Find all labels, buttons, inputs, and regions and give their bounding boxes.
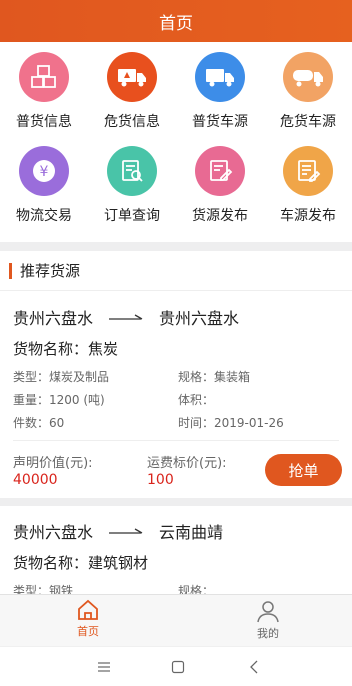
freight-price-label: 运费标价(元):	[147, 456, 227, 471]
route-to: 云南曲靖	[159, 523, 224, 542]
user-icon	[257, 601, 279, 623]
cargo-boxes-icon	[19, 52, 69, 102]
cargo-type: 类型：钢铁	[13, 584, 74, 594]
menu-item-publish-cargo[interactable]: 货源发布	[176, 146, 264, 230]
square-home-icon[interactable]	[168, 657, 188, 677]
menu-item-publish-vehicle[interactable]: 车源发布	[264, 146, 352, 230]
section-accent-bar	[9, 262, 12, 279]
section-header: 推荐货源	[0, 251, 352, 291]
route-arrow-icon	[109, 314, 143, 320]
system-nav-bar	[0, 646, 352, 686]
menu-label: 危货信息	[104, 114, 160, 130]
menu-item-general-cargo[interactable]: 普货信息	[0, 52, 88, 136]
tab-label: 我的	[257, 627, 279, 640]
bottom-tab-bar: 首页 我的	[0, 594, 352, 646]
goods-name: 货物名称：焦炭	[13, 340, 119, 358]
goods-name: 货物名称：建筑钢材	[13, 554, 149, 572]
publish-vehicle-icon	[283, 146, 333, 196]
cargo-weight: 重量：1200 (吨)	[13, 393, 105, 407]
cargo-spec: 规格：集装箱	[178, 370, 251, 384]
menu-label: 物流交易	[16, 208, 72, 224]
menu-label: 订单查询	[104, 208, 160, 224]
route-arrow-icon	[109, 528, 143, 534]
route-to: 贵州六盘水	[159, 309, 240, 328]
route: 贵州六盘水 云南曲靖	[13, 518, 223, 544]
menu-item-hazard-cargo[interactable]: 危货信息	[88, 52, 176, 136]
cargo-card[interactable]: 贵州六盘水 云南曲靖 货物名称：建筑钢材 类型：钢铁 规格：	[0, 518, 352, 594]
declared-value: 40000	[13, 472, 58, 488]
route: 贵州六盘水 贵州六盘水	[13, 304, 239, 330]
cargo-spec: 规格：	[178, 584, 215, 594]
truck-icon	[195, 52, 245, 102]
grab-order-button[interactable]: 抢单	[265, 454, 342, 486]
menu-item-logistics-trade[interactable]: ¥ 物流交易	[0, 146, 88, 230]
tanker-truck-icon	[283, 52, 333, 102]
cargo-type: 类型：煤炭及制品	[13, 370, 110, 384]
cargo-volume: 体积：	[178, 393, 215, 407]
publish-cargo-icon	[195, 146, 245, 196]
menu-item-order-query[interactable]: 订单查询	[88, 146, 176, 230]
section-title: 推荐货源	[20, 262, 81, 280]
tab-home[interactable]: 首页	[48, 599, 128, 639]
page-title: 首页	[159, 13, 193, 34]
declared-value-label: 声明价值(元):	[13, 456, 93, 471]
card-gap	[0, 498, 352, 506]
tab-label: 首页	[77, 625, 99, 638]
yen-icon: ¥	[19, 146, 69, 196]
card-divider	[13, 440, 339, 441]
back-chevron-icon[interactable]	[244, 657, 264, 677]
menu-label: 普货信息	[16, 114, 72, 130]
menu-label: 车源发布	[280, 208, 336, 224]
home-icon	[78, 599, 98, 620]
hazard-truck-icon	[107, 52, 157, 102]
menu-label: 危货车源	[280, 114, 336, 130]
menu-lines-icon[interactable]	[94, 657, 114, 677]
app-header: 首页	[0, 0, 352, 42]
menu-grid: 普货信息 危货信息 普货车源 危货车源 ¥ 物流交易 订单查询 货源发布 车源发…	[0, 52, 352, 232]
tab-mine[interactable]: 我的	[228, 599, 308, 641]
route-from: 贵州六盘水	[13, 523, 94, 542]
cargo-card[interactable]: 贵州六盘水 贵州六盘水 货物名称：焦炭 类型：煤炭及制品 规格：集装箱 重量：1…	[0, 304, 352, 492]
cargo-time: 时间：2019-01-26	[178, 416, 284, 430]
menu-label: 货源发布	[192, 208, 248, 224]
freight-price: 100	[147, 472, 174, 488]
svg-text:¥: ¥	[40, 164, 49, 180]
order-search-icon	[107, 146, 157, 196]
menu-label: 普货车源	[192, 114, 248, 130]
route-from: 贵州六盘水	[13, 309, 94, 328]
menu-item-hazard-vehicles[interactable]: 危货车源	[264, 52, 352, 136]
section-gap	[0, 242, 352, 251]
cargo-count: 件数：60	[13, 416, 65, 430]
menu-item-general-vehicles[interactable]: 普货车源	[176, 52, 264, 136]
